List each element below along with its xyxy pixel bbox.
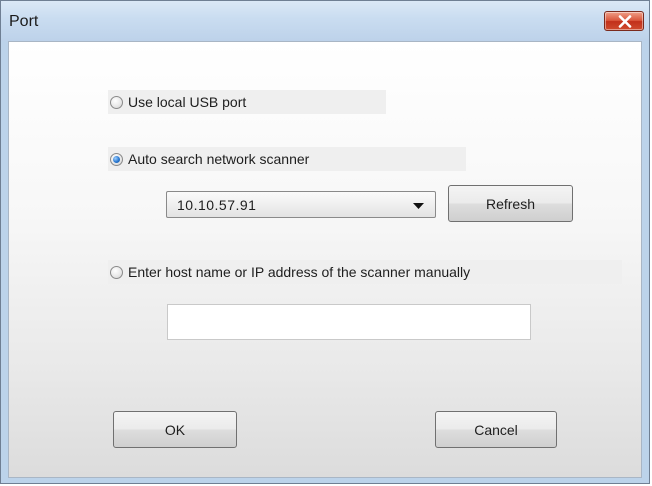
close-button[interactable]: [604, 11, 644, 31]
ok-button[interactable]: OK: [113, 411, 237, 448]
manual-entry-option[interactable]: Enter host name or IP address of the sca…: [108, 260, 622, 284]
auto-search-label: Auto search network scanner: [128, 151, 310, 167]
dialog-body: Use local USB port Auto search network s…: [8, 41, 642, 478]
port-dialog: Port Use local USB port Auto search netw…: [0, 0, 650, 484]
refresh-button[interactable]: Refresh: [448, 185, 573, 222]
usb-port-radio[interactable]: [110, 95, 123, 109]
auto-search-option[interactable]: Auto search network scanner: [108, 147, 466, 171]
title-bar[interactable]: Port: [1, 1, 649, 41]
scanner-address-dropdown[interactable]: 10.10.57.91: [166, 191, 436, 218]
usb-port-option[interactable]: Use local USB port: [108, 90, 386, 114]
host-address-input[interactable]: [167, 304, 531, 340]
chevron-down-icon: [413, 203, 424, 209]
close-icon: [618, 15, 632, 28]
usb-port-label: Use local USB port: [128, 94, 247, 110]
scanner-address-value: 10.10.57.91: [177, 197, 257, 213]
cancel-button[interactable]: Cancel: [435, 411, 557, 448]
manual-entry-radio[interactable]: [110, 265, 123, 279]
window-title: Port: [9, 13, 39, 30]
auto-search-radio[interactable]: [110, 152, 123, 166]
manual-entry-label: Enter host name or IP address of the sca…: [128, 264, 471, 280]
